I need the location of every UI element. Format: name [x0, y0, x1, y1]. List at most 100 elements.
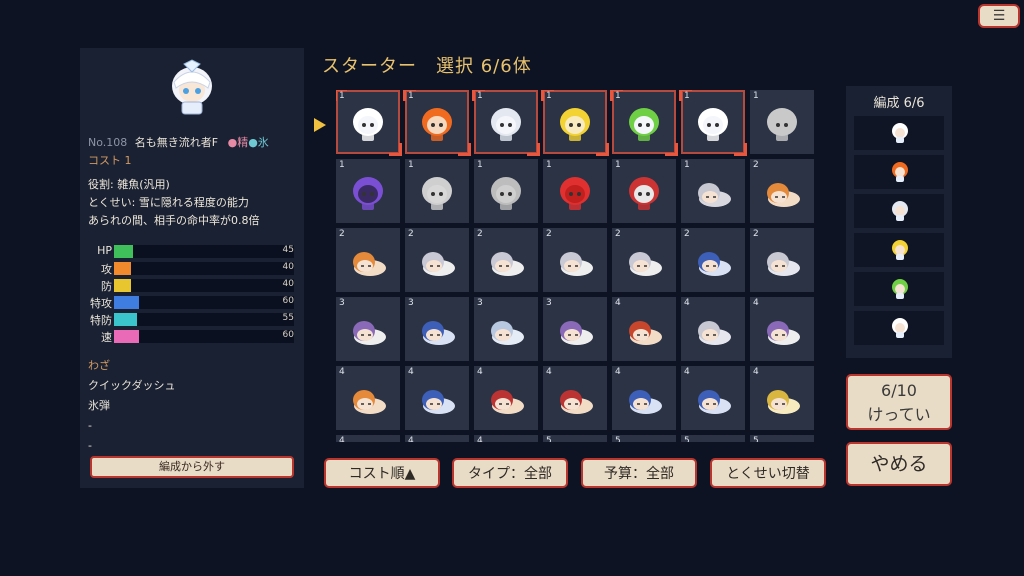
- menu-button[interactable]: ☰: [978, 4, 1020, 28]
- character-cell[interactable]: 2: [405, 228, 469, 292]
- character-cell[interactable]: 1: [750, 90, 814, 154]
- lying-white-maid-sprite: [698, 321, 731, 345]
- character-cell[interactable]: 5: [681, 435, 745, 442]
- character-cell[interactable]: 3: [336, 297, 400, 361]
- character-cell[interactable]: 1: [610, 90, 678, 156]
- character-cell[interactable]: 5: [750, 435, 814, 442]
- cell-cost: 1: [408, 160, 414, 170]
- stat-bar: [114, 279, 131, 292]
- character-cell[interactable]: 4: [336, 366, 400, 430]
- character-name: 名も無き流れ者F: [134, 136, 219, 149]
- cell-cost: 5: [684, 436, 690, 442]
- character-cell[interactable]: 1: [541, 90, 609, 156]
- cell-cost: 4: [408, 436, 414, 442]
- cell-cost: 4: [477, 436, 483, 442]
- sort-cost-button[interactable]: コスト順▲: [324, 458, 440, 488]
- party-slot[interactable]: [854, 233, 944, 267]
- character-cell[interactable]: 2: [750, 159, 814, 223]
- character-cost: コスト 1: [88, 154, 132, 167]
- confirm-button[interactable]: 6/10 けってい: [846, 374, 952, 430]
- cell-cost: 2: [546, 229, 552, 239]
- character-cell[interactable]: 4: [474, 435, 538, 442]
- character-cell[interactable]: 1: [403, 90, 471, 156]
- cell-cost: 3: [546, 298, 552, 308]
- purple-wisp-sprite: [353, 177, 383, 210]
- cell-cost: 2: [339, 229, 345, 239]
- character-cell[interactable]: 1: [405, 159, 469, 223]
- character-cell[interactable]: 4: [612, 297, 676, 361]
- type-filter-button[interactable]: タイプ：全部: [452, 458, 568, 488]
- character-cell[interactable]: 1: [679, 90, 747, 156]
- character-cell[interactable]: 1: [681, 159, 745, 223]
- remove-from-party-button[interactable]: 編成から外す: [90, 456, 294, 478]
- character-cell[interactable]: 4: [612, 366, 676, 430]
- character-cell[interactable]: 4: [543, 366, 607, 430]
- cell-cost: 4: [477, 367, 483, 377]
- character-cell[interactable]: 2: [681, 228, 745, 292]
- party-slot[interactable]: [854, 155, 944, 189]
- character-cell[interactable]: 5: [612, 435, 676, 442]
- cell-cost: 4: [615, 367, 621, 377]
- character-cell[interactable]: 2: [750, 228, 814, 292]
- character-cell[interactable]: 4: [405, 435, 469, 442]
- trait-name: とくせい: 雪に隠れる程度の能力: [88, 196, 249, 209]
- character-cell[interactable]: 1: [612, 159, 676, 223]
- character-cell[interactable]: 5: [543, 435, 607, 442]
- trait-toggle-button[interactable]: とくせい切替: [710, 458, 826, 488]
- cell-cost: 3: [477, 298, 483, 308]
- character-cell[interactable]: 2: [543, 228, 607, 292]
- character-cell[interactable]: 4: [336, 435, 400, 442]
- character-cell[interactable]: 2: [336, 228, 400, 292]
- lying-ribbon-girl-sprite: [629, 252, 662, 276]
- character-number: No.108: [88, 136, 128, 149]
- stat-row: HP 45: [80, 242, 304, 259]
- blonde-fairy-icon: [892, 240, 908, 260]
- cell-cost: 4: [615, 298, 621, 308]
- stat-row: 特防 55: [80, 310, 304, 327]
- character-cell[interactable]: 4: [405, 366, 469, 430]
- hamburger-menu-icon: ☰: [992, 8, 1006, 24]
- stat-value: 40: [282, 279, 294, 289]
- party-slot[interactable]: [854, 311, 944, 345]
- cell-cost: 4: [339, 367, 345, 377]
- character-cell[interactable]: 1: [474, 159, 538, 223]
- budget-filter-button[interactable]: 予算：全部: [581, 458, 697, 488]
- stat-row: 速 60: [80, 327, 304, 344]
- character-cell[interactable]: 3: [405, 297, 469, 361]
- stat-bar: [114, 313, 137, 326]
- lying-purple-girl-sprite: [767, 321, 800, 345]
- character-cell[interactable]: 4: [750, 366, 814, 430]
- character-cell[interactable]: 2: [474, 228, 538, 292]
- character-cell[interactable]: 4: [750, 297, 814, 361]
- character-cell[interactable]: 2: [612, 228, 676, 292]
- character-grid: 1 1 1 1 1 1 1 1 1 1 1 1 1 2 2 2 2 2 2 2 2 3 3 3 3 4 4 4 4 4 4 4 4 4 4 4 4 4 5 5…: [336, 90, 816, 442]
- character-cell[interactable]: 4: [474, 366, 538, 430]
- cell-cost: 3: [408, 298, 414, 308]
- quit-button[interactable]: やめる: [846, 442, 952, 486]
- cell-cost: 5: [615, 436, 621, 442]
- party-slot[interactable]: [854, 116, 944, 150]
- lying-purple-girl-sprite: [353, 321, 386, 345]
- party-slot[interactable]: [854, 272, 944, 306]
- character-cell[interactable]: 1: [336, 159, 400, 223]
- cell-cost: 3: [339, 298, 345, 308]
- character-cell[interactable]: 4: [681, 297, 745, 361]
- character-cell[interactable]: 1: [472, 90, 540, 156]
- party-slot[interactable]: [854, 194, 944, 228]
- character-cell[interactable]: 3: [474, 297, 538, 361]
- stat-label: 攻: [101, 263, 112, 276]
- character-info: No.108 名も無き流れ者F ●精●氷: [88, 134, 269, 150]
- lying-shrine-maiden-sprite: [491, 390, 524, 414]
- cell-cost: 4: [753, 298, 759, 308]
- character-cell[interactable]: 1: [543, 159, 607, 223]
- cell-cost: 1: [339, 160, 345, 170]
- cell-cost: 2: [615, 229, 621, 239]
- character-cell[interactable]: 1: [336, 90, 402, 156]
- character-cell[interactable]: 4: [681, 366, 745, 430]
- white-haired-ice-fairy-sprite: [353, 108, 383, 141]
- character-cell[interactable]: 3: [543, 297, 607, 361]
- lying-blue-haired-girl-sprite: [698, 252, 731, 276]
- silver-haired-girl-sprite: [491, 108, 521, 141]
- kedama-fluffball-sprite: [422, 177, 452, 210]
- attribute-ice: ●氷: [248, 136, 269, 149]
